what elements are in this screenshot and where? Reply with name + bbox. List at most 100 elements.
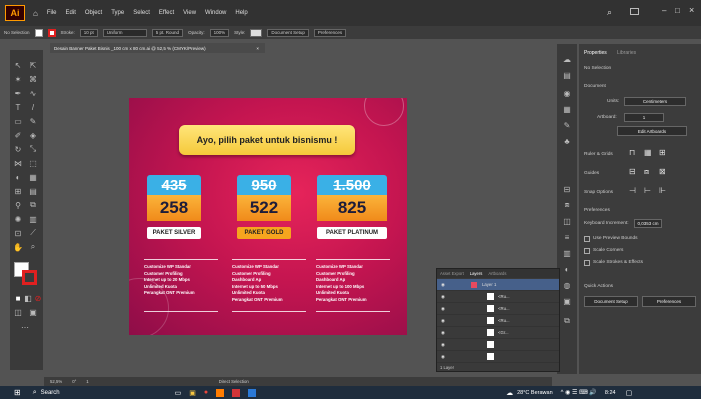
perspective-grid-tool-icon[interactable]: ▦	[28, 172, 38, 182]
search-icon[interactable]: ⌕	[607, 7, 612, 18]
hand-tool-icon[interactable]: ✋	[13, 242, 23, 252]
layer-row[interactable]: ◉ <Gr...	[437, 327, 559, 339]
fill-stroke-widget[interactable]	[14, 262, 38, 286]
scale-tool-icon[interactable]: ⤡	[28, 144, 38, 154]
layer-row[interactable]: ◉	[437, 339, 559, 351]
preview-bounds-checkbox[interactable]	[584, 236, 590, 242]
tab-artboards[interactable]: Artboards	[488, 271, 506, 276]
visibility-eye-icon[interactable]: ◉	[441, 306, 451, 312]
document-setup-button[interactable]: Document Setup	[584, 296, 638, 307]
rotation-angle[interactable]: 0°	[72, 379, 76, 384]
layer-row[interactable]: ◉ <Ru...	[437, 303, 559, 315]
free-transform-tool-icon[interactable]: ⬚	[28, 158, 38, 168]
lasso-tool-icon[interactable]: ⌘	[28, 74, 38, 84]
pathfinder-icon[interactable]: ◫	[562, 216, 572, 226]
menu-window[interactable]: Window	[205, 10, 226, 16]
zoom-tool-icon[interactable]: ⌕	[28, 242, 38, 252]
artboard-tool-icon[interactable]: ⊡	[13, 228, 23, 238]
graphic-styles-icon[interactable]: ▣	[562, 296, 572, 306]
visibility-eye-icon[interactable]: ◉	[441, 294, 451, 300]
swatches-icon[interactable]: ▦	[562, 104, 572, 114]
sublayer-name[interactable]: <Gr...	[498, 330, 509, 335]
menu-object[interactable]: Object	[85, 10, 102, 16]
sublayer-name[interactable]: <Ru...	[498, 318, 510, 323]
brush-select[interactable]: 5 pt. Round	[151, 28, 184, 37]
banner-artboard[interactable]: Ayo, pilih paket untuk bisnismu ! 435 25…	[129, 98, 407, 335]
tray-icons[interactable]: ^ ◉ ☰ ⌨ 🔊	[561, 389, 597, 396]
show-guides-icon[interactable]: ⊟	[629, 167, 636, 176]
layer-row[interactable]: ◉ <Ru...	[437, 315, 559, 327]
selection-tool-icon[interactable]: ↖	[13, 60, 23, 70]
brushes-icon[interactable]: ✎	[562, 120, 572, 130]
maximize-button[interactable]: □	[675, 6, 680, 15]
tab-layers[interactable]: Layers	[470, 271, 483, 276]
artboard-navigator[interactable]: 1	[86, 379, 88, 384]
column-graph-tool-icon[interactable]: ▥	[28, 214, 38, 224]
visibility-eye-icon[interactable]: ◉	[441, 282, 451, 288]
task-view-icon[interactable]: ▭	[175, 389, 182, 397]
notification-icon[interactable]: ▢	[626, 389, 633, 397]
pixel-grid-icon[interactable]: ⊞	[659, 148, 666, 157]
edit-toolbar-icon[interactable]: ⋯	[20, 322, 30, 332]
workspace-icon[interactable]	[630, 8, 639, 15]
menu-file[interactable]: File	[47, 10, 57, 16]
layer-row[interactable]: ◉ <Ru...	[437, 291, 559, 303]
edit-artboards-button[interactable]: Edit Artboards	[617, 126, 687, 136]
document-tab[interactable]: Desain Banner Paket Bisnis _100 cm x 80 …	[50, 43, 265, 53]
keyboard-increment-field[interactable]: 0,0353 cm	[634, 219, 662, 228]
sublayer-name[interactable]: <Ru...	[498, 294, 510, 299]
taskbar-search[interactable]: Search	[41, 390, 161, 396]
visibility-eye-icon[interactable]: ◉	[441, 354, 451, 360]
menu-effect[interactable]: Effect	[159, 10, 174, 16]
blend-tool-icon[interactable]: ⧉	[28, 200, 38, 210]
direct-selection-tool-icon[interactable]: ⇱	[28, 60, 38, 70]
illustrator-taskbar-icon[interactable]	[216, 388, 225, 397]
magic-wand-tool-icon[interactable]: ✶	[13, 74, 23, 84]
clock[interactable]: 8:24	[605, 390, 616, 396]
eyedropper-tool-icon[interactable]: ⚲	[13, 200, 23, 210]
layer-name[interactable]: Layer 1	[482, 282, 496, 287]
weather-icon[interactable]: ☁	[506, 389, 513, 397]
windows-start-icon[interactable]: ⊞	[14, 388, 21, 397]
menu-type[interactable]: Type	[111, 10, 124, 16]
width-tool-icon[interactable]: ⋈	[13, 158, 23, 168]
none-mode-icon[interactable]: ⊘	[33, 293, 43, 303]
widgets-icon[interactable]: ▣	[189, 389, 196, 397]
layer-row[interactable]: ◉ Layer 1	[437, 279, 559, 291]
scale-strokes-checkbox[interactable]	[584, 260, 590, 266]
stroke-panel-icon[interactable]: ≡	[562, 232, 572, 242]
stroke-swatch[interactable]	[47, 28, 56, 37]
grid-icon[interactable]: ▦	[644, 148, 652, 157]
menu-edit[interactable]: Edit	[66, 10, 76, 16]
snap-point-icon[interactable]: ⊣	[629, 186, 636, 195]
visibility-eye-icon[interactable]: ◉	[441, 318, 451, 324]
pen-tool-icon[interactable]: ✒	[13, 88, 23, 98]
transparency-icon[interactable]: ◐	[562, 264, 572, 274]
zoom-level[interactable]: 52,5%	[50, 379, 62, 384]
eraser-tool-icon[interactable]: ◈	[28, 130, 38, 140]
app-icon[interactable]	[232, 388, 241, 397]
gradient-panel-icon[interactable]: ▥	[562, 248, 572, 258]
stroke-weight-field[interactable]: 10 pt	[79, 28, 98, 37]
paintbrush-tool-icon[interactable]: ✎	[28, 116, 38, 126]
slice-tool-icon[interactable]: ⟋	[28, 228, 38, 238]
minimize-button[interactable]: –	[662, 6, 666, 15]
variable-width-select[interactable]: Uniform	[102, 28, 147, 37]
tab-properties[interactable]: Properties	[584, 50, 607, 56]
close-tab-icon[interactable]: ×	[256, 46, 259, 51]
color-panel-icon[interactable]: ◉	[562, 88, 572, 98]
style-select[interactable]	[250, 28, 263, 37]
units-select[interactable]: Centimeters	[624, 97, 686, 106]
cc-libraries-icon[interactable]: ☁	[562, 54, 572, 64]
menu-view[interactable]: View	[183, 10, 196, 16]
weather-text[interactable]: 28°C Berawan	[517, 390, 553, 396]
artboard-select[interactable]: 1	[624, 113, 664, 122]
sublayer-name[interactable]: <Ru...	[498, 306, 510, 311]
screen-mode-icon[interactable]: ▣	[28, 307, 38, 317]
tab-libraries[interactable]: Libraries	[617, 50, 636, 56]
gradient-tool-icon[interactable]: ▤	[28, 186, 38, 196]
symbols-icon[interactable]: ♣	[562, 136, 572, 146]
rectangle-tool-icon[interactable]: ▭	[13, 116, 23, 126]
ruler-icon[interactable]: ⊓	[629, 148, 635, 157]
appearance-icon[interactable]: ◍	[562, 280, 572, 290]
